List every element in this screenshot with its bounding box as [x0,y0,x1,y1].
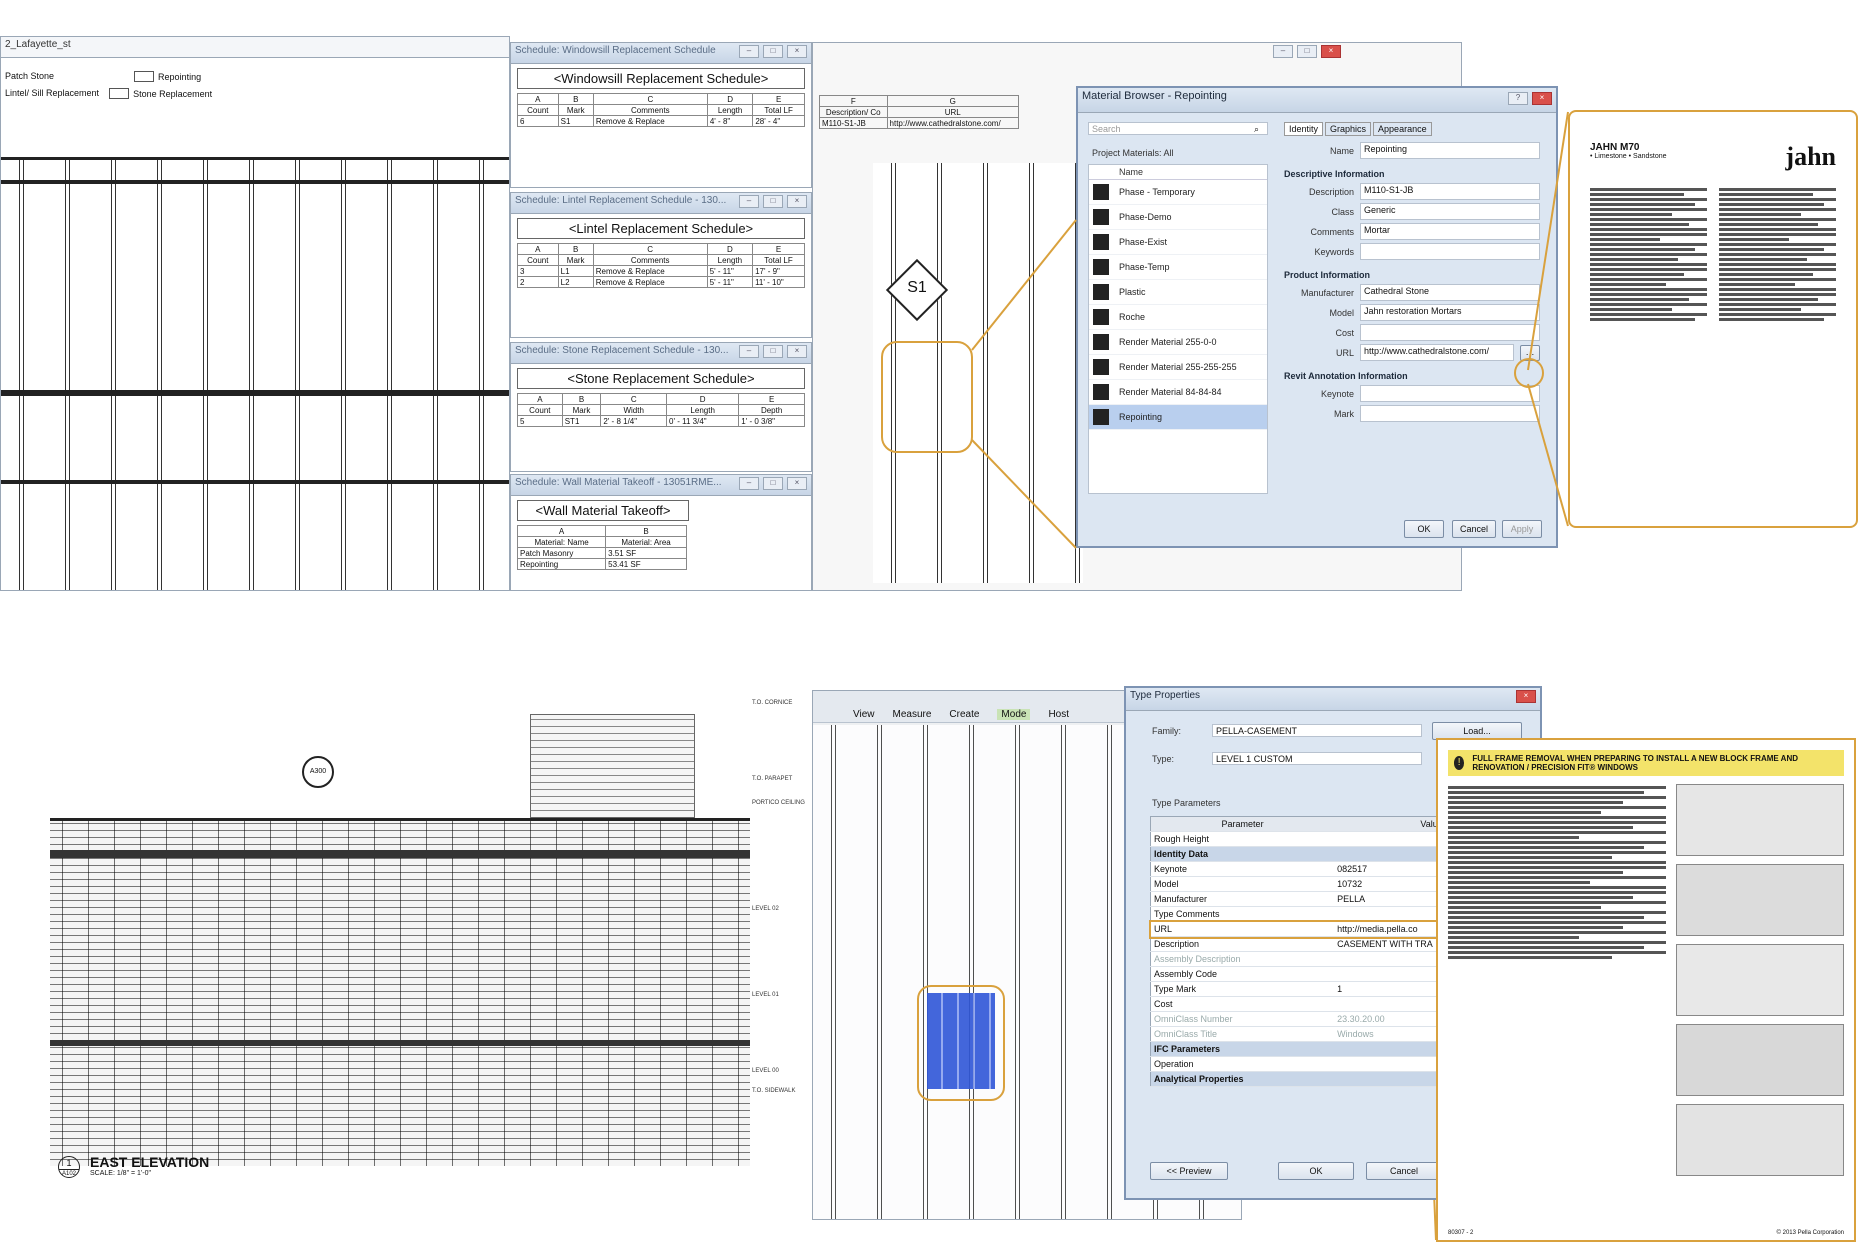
elevation-drawing [50,818,750,1166]
cancel-button[interactable]: Cancel [1366,1162,1442,1180]
illustration [1676,944,1844,1016]
illustration [1676,784,1844,856]
footer-left: 80307 - 2 [1448,1230,1474,1236]
dialog-title: Type Properties [1126,688,1540,711]
ribbon-measure[interactable]: Measure [893,709,932,720]
close-button[interactable]: × [1516,690,1536,703]
illustration [1676,1104,1844,1176]
sheet-heading: FULL FRAME REMOVAL WHEN PREPARING TO INS… [1472,754,1798,772]
ribbon-host[interactable]: Host [1048,709,1069,720]
section-tag: A300 [302,756,334,788]
illustration [1676,864,1844,936]
type-parameters-label: Type Parameters [1152,798,1221,808]
ribbon-mode[interactable]: Mode [997,709,1031,720]
callout-bubble: 1 A102 [58,1156,80,1178]
ribbon-view[interactable]: View [853,709,875,720]
type-label: Type: [1152,754,1175,764]
type-dropdown[interactable]: LEVEL 1 CUSTOM [1212,752,1422,765]
warning-icon: ! [1454,756,1465,770]
family-label: Family: [1152,726,1181,736]
cornice-band [50,850,750,858]
east-elevation-sheet[interactable]: A300 T.O. CORNICE T.O. PARAPET PORTICO C… [0,690,810,1250]
level-labels: T.O. CORNICE T.O. PARAPET PORTICO CEILIN… [752,700,805,1094]
elevation-title: EAST ELEVATION [90,1154,210,1170]
ribbon-create[interactable]: Create [949,709,979,720]
floor-band [50,1040,750,1046]
instruction-sheet: ! FULL FRAME REMOVAL WHEN PREPARING TO I… [1436,738,1856,1242]
family-dropdown[interactable]: PELLA-CASEMENT [1212,724,1422,737]
preview-button[interactable]: << Preview [1150,1162,1228,1180]
footer-right: © 2013 Pella Corporation [1776,1230,1844,1236]
illustration [1676,1024,1844,1096]
window-callout-highlight [917,985,1005,1101]
tower-drawing [530,714,695,818]
ok-button[interactable]: OK [1278,1162,1354,1180]
elevation-scale: SCALE: 1/8" = 1'-0" [90,1170,151,1177]
